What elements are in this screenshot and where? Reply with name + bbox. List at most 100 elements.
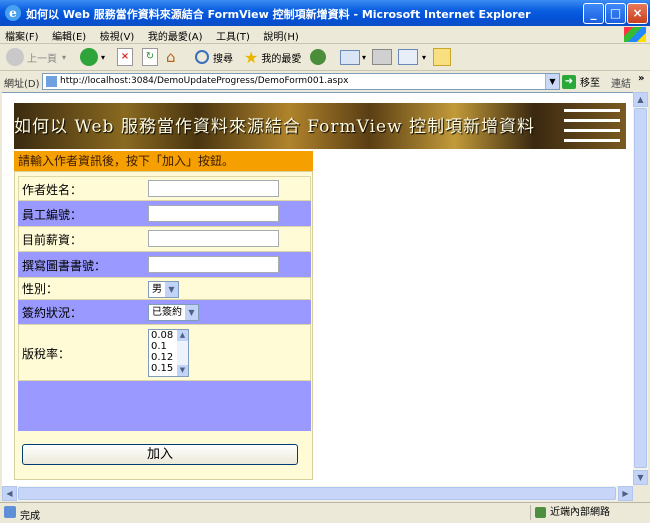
mail-dropdown-icon: ▾ [362,52,367,62]
insert-form: 作者姓名： 員工編號： 目前薪資： 撰寫圖書書號： 性別： 男 ▼ 簽約狀況： … [14,171,313,480]
page-icon [46,76,57,87]
toolbar: 上一頁 ▾ ▾ × ↻ ⌂ 搜尋 ★ 我的最愛 ▾ ▾ [0,44,650,71]
horizontal-scrollbar[interactable]: ◀ ▶ [2,486,633,501]
contract-selected: 已簽約 [152,307,182,318]
chevron-down-icon[interactable]: ▼ [177,365,188,376]
contract-select[interactable]: 已簽約 ▼ [148,304,199,321]
back-label: 上一頁 [27,53,57,65]
banner-stripe [564,139,620,142]
menu-view[interactable]: 檢視(V) [95,26,140,43]
menu-file[interactable]: 檔案(F) [0,26,44,43]
empty-row [18,381,311,431]
banner-stripe [564,119,620,122]
security-zone: 近端內部網路 [530,505,610,520]
address-dropdown-icon[interactable]: ▼ [545,74,559,89]
zone-label: 近端內部網路 [550,507,610,518]
menu-edit[interactable]: 編輯(E) [47,26,91,43]
status-text: 完成 [20,511,40,522]
chevron-down-icon: ▼ [165,282,178,297]
status-bar: 完成 近端內部網路 [0,502,650,523]
scroll-down-icon[interactable]: ▼ [633,470,648,485]
favorites-button[interactable]: ★ 我的最愛 [244,47,301,67]
author-name-row: 作者姓名： [18,176,311,201]
edit-icon [398,49,418,65]
salary-input[interactable] [148,230,279,247]
window-title: 如何以 Web 服務當作資料來源結合 FormView 控制項新增資料 - Mi… [26,8,531,21]
home-icon: ⌂ [166,48,176,66]
horizontal-scroll-thumb[interactable] [18,487,616,500]
listbox-scrollbar[interactable]: ▲ ▼ [177,330,188,376]
menu-help[interactable]: 說明(H) [258,26,303,43]
go-button[interactable]: ➜ 移至 [562,74,600,89]
page-done-icon [4,506,16,518]
scroll-up-icon[interactable]: ▲ [633,92,648,107]
banner-stripe [564,129,620,132]
salary-label: 目前薪資： [22,233,83,247]
forward-button[interactable]: ▾ [80,47,105,67]
back-dropdown-icon: ▾ [62,52,67,62]
chevron-right-icon[interactable]: » [638,73,644,84]
edit-button[interactable]: ▾ [398,47,426,67]
menu-favorites[interactable]: 我的最愛(A) [143,26,208,43]
banner-stripe [564,109,620,112]
back-button[interactable]: 上一頁 ▾ [6,47,66,67]
form-header: 請輸入作者資訊後，按下「加入」按鈕。 [14,151,313,171]
salary-row: 目前薪資： [18,226,311,252]
add-button[interactable]: 加入 [22,444,298,465]
search-label: 搜尋 [213,53,233,65]
contract-label: 簽約狀況： [22,306,83,320]
scroll-right-icon[interactable]: ▶ [618,486,633,501]
book-id-row: 撰寫圖書書號： [18,252,311,277]
mail-button[interactable]: ▾ [340,47,366,67]
gender-label: 性別： [22,282,59,296]
maximize-button[interactable]: □ [605,3,626,24]
contract-row: 簽約狀況： 已簽約 ▼ [18,300,311,324]
menu-bar: 檔案(F) 編輯(E) 檢視(V) 我的最愛(A) 工具(T) 說明(H) [0,26,650,44]
links-button[interactable]: 連結 [611,75,631,90]
employee-id-input[interactable] [148,205,279,222]
page-banner: 如何以 Web 服務當作資料來源結合 FormView 控制項新增資料 [14,103,626,149]
mail-icon [340,49,360,65]
ie-logo-icon: e [5,5,21,21]
print-button[interactable] [372,47,392,67]
royalty-listbox[interactable]: 0.08 0.1 0.12 0.15 ▲ ▼ [148,329,189,377]
stop-icon: × [117,48,133,66]
back-arrow-icon [6,48,24,66]
banner-title: 如何以 Web 服務當作資料來源結合 FormView 控制項新增資料 [14,117,536,137]
gender-select[interactable]: 男 ▼ [148,281,179,298]
gender-row: 性別： 男 ▼ [18,277,311,300]
close-button[interactable]: × [627,3,648,24]
messenger-icon [433,48,451,66]
address-bar: 網址(D) http://localhost:3084/DemoUpdatePr… [0,71,650,91]
go-label: 移至 [580,78,600,89]
edit-dropdown-icon: ▾ [422,52,427,62]
star-icon: ★ [244,47,259,67]
author-name-label: 作者姓名： [22,183,83,197]
search-button[interactable]: 搜尋 [195,47,233,67]
book-id-input[interactable] [148,256,279,273]
book-id-label: 撰寫圖書書號： [22,259,107,273]
author-name-input[interactable] [148,180,279,197]
employee-id-label: 員工編號： [22,208,83,222]
refresh-button[interactable]: ↻ [142,47,158,67]
employee-id-row: 員工編號： [18,201,311,226]
refresh-icon: ↻ [142,48,158,66]
royalty-row: 版稅率： 0.08 0.1 0.12 0.15 ▲ ▼ [18,324,311,381]
address-input[interactable]: http://localhost:3084/DemoUpdateProgress… [42,73,560,90]
vertical-scrollbar[interactable]: ▲ ▼ [633,92,648,485]
history-button[interactable] [310,47,326,67]
scroll-left-icon[interactable]: ◀ [2,486,17,501]
chevron-up-icon[interactable]: ▲ [177,330,188,341]
go-arrow-icon: ➜ [562,74,576,89]
messenger-button[interactable] [433,47,451,67]
home-button[interactable]: ⌂ [166,47,184,67]
chevron-down-icon: ▼ [185,305,198,320]
history-icon [310,49,326,65]
minimize-button[interactable]: _ [583,3,604,24]
menu-tools[interactable]: 工具(T) [211,26,255,43]
intranet-zone-icon [535,507,546,518]
print-icon [372,49,392,65]
stop-button[interactable]: × [117,47,133,67]
title-bar: e 如何以 Web 服務當作資料來源結合 FormView 控制項新增資料 - … [0,0,650,26]
vertical-scroll-thumb[interactable] [634,108,647,468]
